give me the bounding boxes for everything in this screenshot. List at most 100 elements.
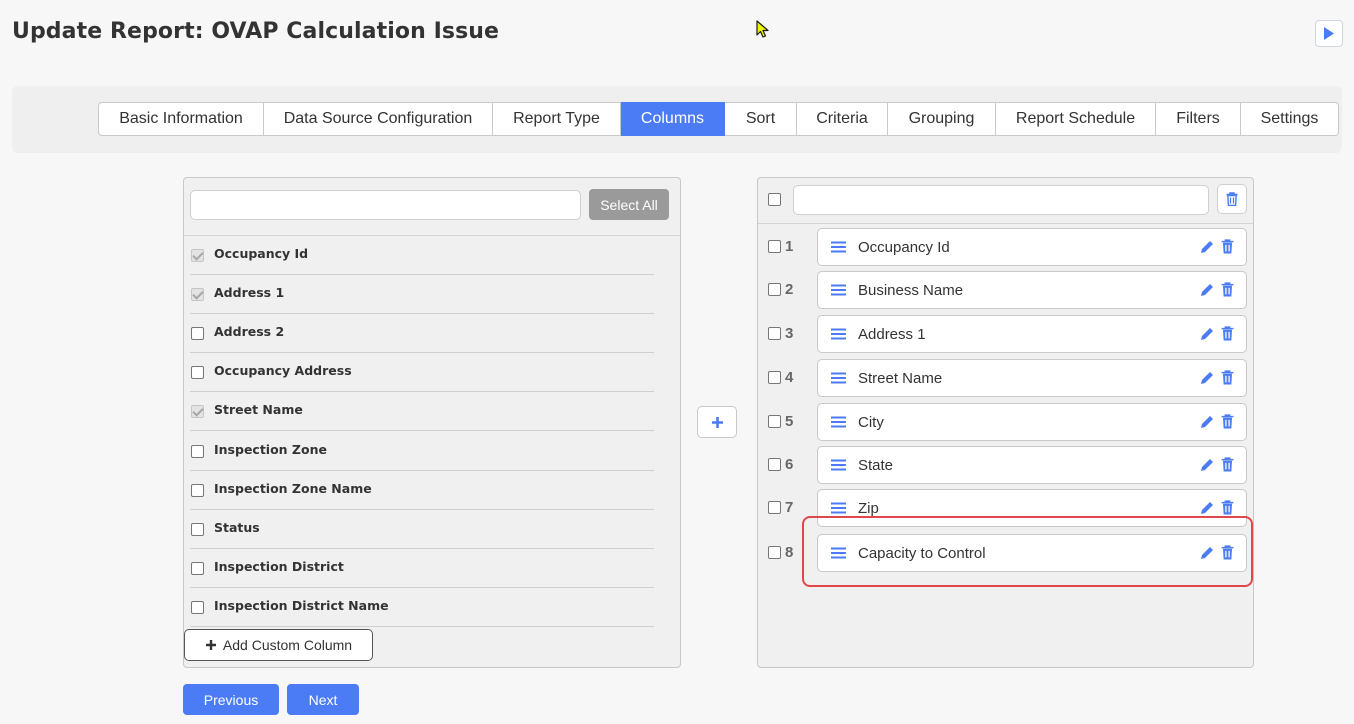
column-checkbox[interactable] [191, 288, 204, 301]
trash-icon[interactable] [1221, 457, 1234, 472]
tab-basic-information[interactable]: Basic Information [98, 102, 264, 136]
selected-column-card[interactable]: Address 1 [817, 315, 1247, 353]
selected-column-row: 4 Street Name [758, 359, 1253, 399]
row-checkbox[interactable] [768, 240, 781, 253]
row-checkbox[interactable] [768, 501, 781, 514]
selected-column-row: 3 Address 1 [758, 315, 1253, 355]
column-checkbox[interactable] [191, 327, 204, 340]
column-label: Occupancy Address [214, 363, 352, 378]
selected-columns-search-input[interactable] [793, 185, 1209, 215]
pencil-icon[interactable] [1199, 239, 1215, 255]
add-custom-column-button[interactable]: Add Custom Column [184, 629, 373, 661]
drag-handle-icon[interactable] [831, 241, 846, 253]
plus-icon [205, 640, 216, 650]
delete-selected-button[interactable] [1217, 184, 1247, 214]
next-button[interactable]: Next [287, 684, 359, 715]
column-checkbox[interactable] [191, 249, 204, 262]
column-checkbox[interactable] [191, 601, 204, 614]
drag-handle-icon[interactable] [831, 328, 846, 340]
row-checkbox[interactable] [768, 415, 781, 428]
row-checkbox[interactable] [768, 283, 781, 296]
tab-criteria[interactable]: Criteria [797, 102, 888, 136]
drag-handle-icon[interactable] [831, 284, 846, 296]
pencil-icon[interactable] [1199, 500, 1215, 516]
selected-column-label: Occupancy Id [858, 239, 950, 256]
available-columns-panel: Select All Occupancy Id Address 1 Addres… [183, 177, 681, 668]
pencil-icon[interactable] [1199, 326, 1215, 342]
column-label: Occupancy Id [214, 246, 309, 261]
row-number: 2 [785, 281, 794, 298]
list-item: Address 1 [184, 275, 654, 314]
column-checkbox[interactable] [191, 366, 204, 379]
row-number: 5 [785, 413, 794, 430]
selected-column-label: Street Name [858, 370, 943, 387]
select-all-selected-checkbox[interactable] [768, 193, 781, 206]
tab-data-source-configuration[interactable]: Data Source Configuration [264, 102, 493, 136]
tab-grouping[interactable]: Grouping [888, 102, 996, 136]
tab-sort[interactable]: Sort [725, 102, 797, 136]
selected-column-label: Business Name [858, 282, 964, 299]
play-icon [1324, 27, 1334, 40]
add-columns-button[interactable] [697, 406, 737, 438]
trash-icon[interactable] [1221, 239, 1234, 254]
column-label: Address 2 [214, 324, 285, 339]
column-label: Inspection Zone Name [214, 481, 372, 496]
trash-icon[interactable] [1221, 326, 1234, 341]
list-item: Occupancy Address [184, 353, 654, 392]
run-report-button[interactable] [1315, 20, 1343, 47]
list-item: Street Name [184, 392, 654, 431]
highlight-annotation [802, 516, 1253, 587]
pencil-icon[interactable] [1199, 414, 1215, 430]
mouse-cursor-icon [756, 20, 769, 38]
selected-column-row: 6 State [758, 446, 1253, 486]
row-checkbox[interactable] [768, 546, 781, 559]
pencil-icon[interactable] [1199, 370, 1215, 386]
tab-filters[interactable]: Filters [1156, 102, 1241, 136]
available-columns-search-input[interactable] [190, 190, 581, 220]
drag-handle-icon[interactable] [831, 416, 846, 428]
selected-column-label: Zip [858, 500, 879, 517]
list-item: Inspection Zone [184, 432, 654, 471]
row-number: 8 [785, 544, 794, 561]
list-item: Inspection District Name [184, 588, 654, 627]
column-label: Inspection Zone [214, 442, 327, 457]
column-checkbox[interactable] [191, 523, 204, 536]
row-checkbox[interactable] [768, 458, 781, 471]
selected-column-card[interactable]: State [817, 446, 1247, 484]
trash-icon[interactable] [1221, 414, 1234, 429]
row-number: 3 [785, 325, 794, 342]
trash-icon[interactable] [1221, 500, 1234, 515]
pencil-icon[interactable] [1199, 282, 1215, 298]
trash-icon [1226, 192, 1238, 206]
pencil-icon[interactable] [1199, 457, 1215, 473]
selected-column-card[interactable]: Occupancy Id [817, 228, 1247, 266]
tab-settings[interactable]: Settings [1241, 102, 1339, 136]
selected-column-row: 5 City [758, 403, 1253, 443]
column-checkbox[interactable] [191, 445, 204, 458]
drag-handle-icon[interactable] [831, 459, 846, 471]
column-checkbox[interactable] [191, 562, 204, 575]
row-checkbox[interactable] [768, 371, 781, 384]
column-label: Status [214, 520, 260, 535]
selected-column-card[interactable]: City [817, 403, 1247, 441]
tab-report-type[interactable]: Report Type [493, 102, 621, 136]
drag-handle-icon[interactable] [831, 372, 846, 384]
drag-handle-icon[interactable] [831, 502, 846, 514]
column-checkbox[interactable] [191, 484, 204, 497]
trash-icon[interactable] [1221, 370, 1234, 385]
selected-column-label: Address 1 [858, 326, 926, 343]
row-checkbox[interactable] [768, 327, 781, 340]
column-checkbox[interactable] [191, 405, 204, 418]
selected-column-label: City [858, 414, 884, 431]
column-label: Inspection District [214, 559, 344, 574]
list-item: Address 2 [184, 314, 654, 353]
select-all-button[interactable]: Select All [589, 189, 669, 220]
tab-columns[interactable]: Columns [621, 102, 725, 136]
list-item: Status [184, 510, 654, 549]
selected-column-card[interactable]: Street Name [817, 359, 1247, 397]
trash-icon[interactable] [1221, 282, 1234, 297]
selected-column-card[interactable]: Business Name [817, 271, 1247, 309]
list-item: Inspection Zone Name [184, 471, 654, 510]
previous-button[interactable]: Previous [183, 684, 279, 715]
tab-report-schedule[interactable]: Report Schedule [996, 102, 1156, 136]
